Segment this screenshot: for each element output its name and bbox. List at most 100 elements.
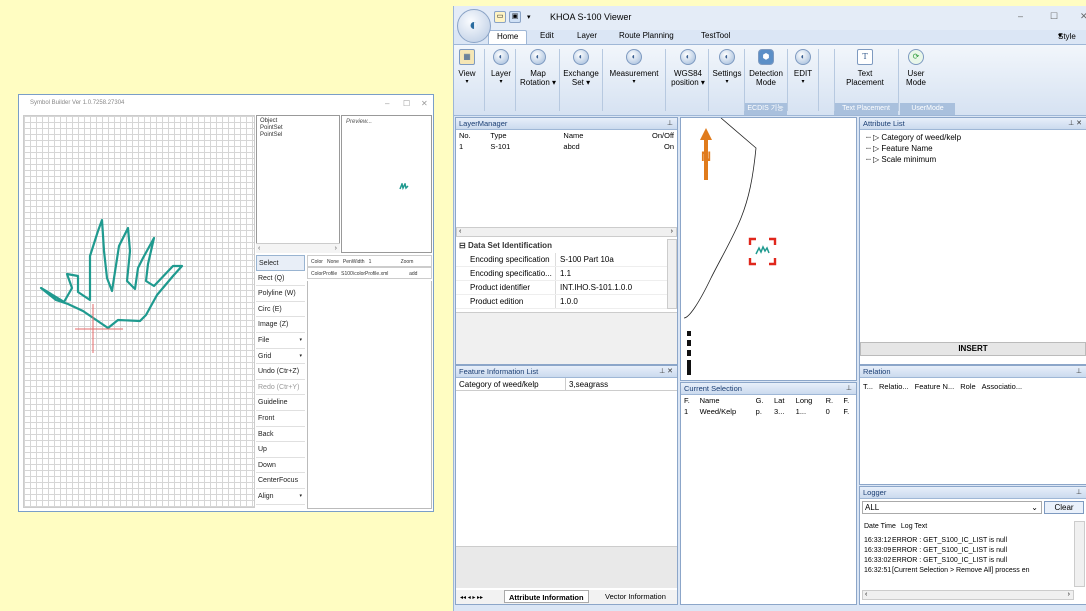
minimize-button[interactable]: –: [1018, 11, 1023, 21]
minimize-button[interactable]: –: [385, 99, 389, 108]
table-row[interactable]: 1 Weed/Kelp p. 3... 1... 0 F.: [681, 406, 856, 417]
tab-nav-icons[interactable]: ◂◂ ◂ ▸ ▸▸: [456, 595, 483, 601]
log-line[interactable]: 16:33:12 ERROR : GET_S100_IC_LIST is null: [864, 536, 1074, 546]
dataset-row[interactable]: Encoding specification S-100 Part 10a: [456, 253, 677, 267]
tab-layer[interactable]: Layer: [577, 31, 597, 40]
tool-select[interactable]: Select: [256, 255, 305, 271]
col-name[interactable]: Name: [533, 130, 627, 141]
col-header[interactable]: Long: [793, 395, 823, 406]
relation-col-header[interactable]: Feature N...: [915, 382, 955, 391]
pin-icon[interactable]: ⊥: [846, 383, 852, 395]
log-line[interactable]: 16:33:09 ERROR : GET_S100_IC_LIST is null: [864, 546, 1074, 556]
ribbon-button-wgs84-position[interactable]: ◐ WGS84 position ▾: [668, 47, 708, 113]
ribbon-button-settings[interactable]: ◐ Settings ▾: [711, 47, 743, 113]
insert-button[interactable]: INSERT: [860, 342, 1086, 356]
tool-redo[interactable]: Redo (Ctr+Y): [256, 380, 305, 396]
ribbon-button-view[interactable]: ▦ View ▾: [456, 47, 478, 113]
log-hscroll[interactable]: ‹ ›: [862, 590, 1074, 600]
object-list-item[interactable]: PointSel: [260, 132, 336, 139]
pin-close-icon[interactable]: ⊥ ✕: [1068, 118, 1082, 130]
tab-route-planning[interactable]: Route Planning: [619, 31, 674, 40]
open-folder-icon[interactable]: ▭: [494, 11, 506, 23]
colorprofile-select[interactable]: S100\colorProfile.xml: [341, 268, 405, 278]
tool-polyline[interactable]: Polyline (W): [256, 286, 305, 302]
log-line[interactable]: 16:32:51 [Current Selection > Remove All]…: [864, 566, 1074, 576]
col-datetime[interactable]: Date Time: [864, 523, 896, 530]
ribbon-button-detection-mode[interactable]: ⬢ Detection Mode: [746, 47, 786, 113]
feature-info-row[interactable]: Category of weed/kelp 3,seagrass: [456, 378, 677, 391]
zoom-label[interactable]: Zoom: [401, 256, 414, 266]
maximize-button[interactable]: ☐: [1050, 11, 1058, 22]
tool-front[interactable]: Front: [256, 411, 305, 427]
layer-onoff[interactable]: On: [627, 141, 677, 152]
pin-close-icon[interactable]: ⊥ ✕: [659, 366, 673, 378]
log-line[interactable]: 16:33:02 ERROR : GET_S100_IC_LIST is null: [864, 556, 1074, 566]
relation-col-header[interactable]: T...: [863, 382, 873, 391]
tool-guideline[interactable]: Guideline: [256, 395, 305, 411]
dataset-row[interactable]: Encoding specificatio... 1.1: [456, 267, 677, 281]
relation-col-header[interactable]: Relatio...: [879, 382, 909, 391]
tool-rect[interactable]: Rect (Q): [256, 271, 305, 287]
qa-dropdown-icon[interactable]: ▾: [527, 13, 531, 21]
tool-up[interactable]: Up: [256, 442, 305, 458]
tool-align[interactable]: Align ▾: [256, 489, 305, 505]
maximize-button[interactable]: ☐: [403, 99, 410, 108]
tool-centerfocus[interactable]: CenterFocus: [256, 473, 305, 489]
style-menu[interactable]: Style ▾: [1058, 31, 1076, 41]
col-no[interactable]: No.: [456, 130, 487, 141]
tab-vector-information[interactable]: Vector Information: [602, 590, 669, 603]
pin-icon[interactable]: ⊥: [1076, 366, 1082, 378]
save-icon[interactable]: ▣: [509, 11, 521, 23]
ribbon-button-text-placement[interactable]: T Text Placement: [838, 47, 892, 113]
relation-col-header[interactable]: Role: [960, 382, 975, 391]
tool-back[interactable]: Back: [256, 427, 305, 443]
tree-expand-icon[interactable]: ┈ ▷: [866, 133, 881, 142]
col-onoff[interactable]: On/Off: [627, 130, 677, 141]
tree-expand-icon[interactable]: ┈ ▷: [866, 155, 881, 164]
close-button[interactable]: ✕: [1080, 11, 1086, 22]
attribute-item[interactable]: ┈ ▷ Scale minimum: [866, 154, 1086, 165]
app-menu-button[interactable]: ◐: [457, 9, 491, 43]
tool-image[interactable]: Image (Z): [256, 317, 305, 333]
table-row[interactable]: 1 S-101 abcd On: [456, 141, 677, 152]
col-header[interactable]: Lat: [771, 395, 793, 406]
clear-button[interactable]: Clear: [1044, 501, 1084, 514]
ribbon-button-layer[interactable]: ◐ Layer ▾: [488, 47, 514, 113]
object-list[interactable]: Object PointSet PointSel: [256, 115, 340, 253]
collapse-icon[interactable]: ⊟: [459, 241, 466, 250]
tab-attribute-information[interactable]: Attribute Information: [504, 590, 589, 603]
pin-icon[interactable]: ⊥: [667, 118, 673, 130]
tool-down[interactable]: Down: [256, 458, 305, 474]
col-header[interactable]: G.: [753, 395, 771, 406]
relation-col-header[interactable]: Associatio...: [982, 382, 1022, 391]
ribbon-button-measurement[interactable]: ◐ Measurement ▾: [605, 47, 663, 113]
tool-file[interactable]: File ▾: [256, 333, 305, 349]
tool-circ[interactable]: Circ (E): [256, 302, 305, 318]
log-filter-select[interactable]: ALL ⌄: [862, 501, 1042, 514]
tab-edit[interactable]: Edit: [540, 31, 554, 40]
ribbon-button-exchange-set[interactable]: ◐ Exchange Set ▾: [562, 47, 600, 113]
tab-home[interactable]: Home: [488, 30, 528, 44]
dataset-vscroll[interactable]: [667, 239, 677, 309]
object-list-scrollbar[interactable]: ‹ ›: [256, 243, 340, 253]
dataset-row[interactable]: Product edition 1.0.0: [456, 295, 677, 309]
add-button[interactable]: add: [409, 268, 417, 278]
col-type[interactable]: Type: [487, 130, 533, 141]
color-value[interactable]: None: [327, 256, 339, 266]
map-view[interactable]: N: [680, 117, 857, 381]
attribute-item[interactable]: ┈ ▷ Feature Name: [866, 143, 1086, 154]
ribbon-button-user-mode[interactable]: ⟳ User Mode: [894, 47, 938, 113]
object-list-item[interactable]: PointSet: [260, 125, 336, 132]
penwidth-field[interactable]: 1: [369, 256, 397, 266]
layer-hscroll[interactable]: ‹ ›: [456, 227, 677, 237]
tool-undo[interactable]: Undo (Ctr+Z): [256, 364, 305, 380]
log-vscroll[interactable]: [1074, 521, 1085, 587]
col-logtext[interactable]: Log Text: [901, 523, 927, 530]
col-header[interactable]: F.: [840, 395, 856, 406]
col-header[interactable]: F.: [681, 395, 697, 406]
ribbon-button-edit[interactable]: ◐ EDIT ▾: [789, 47, 817, 113]
ribbon-button-map-rotation[interactable]: ◐ Map Rotation ▾: [518, 47, 558, 113]
col-header[interactable]: R.: [823, 395, 841, 406]
dataset-row[interactable]: Product identifier INT.IHO.S-101.1.0.0: [456, 281, 677, 295]
pin-icon[interactable]: ⊥: [1076, 487, 1082, 499]
